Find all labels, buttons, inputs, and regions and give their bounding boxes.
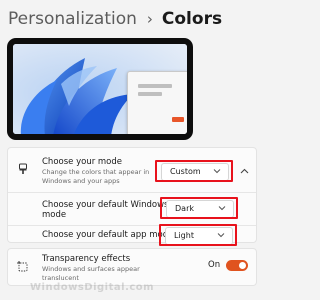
app-mode-highlight-box bbox=[159, 224, 237, 246]
mode-label: Choose your mode bbox=[42, 157, 123, 167]
breadcrumb: Personalization › Colors bbox=[8, 6, 222, 32]
app-mode-label: Choose your default app mode bbox=[42, 230, 174, 240]
transparency-state-label: On bbox=[208, 260, 221, 270]
transparency-toggle[interactable] bbox=[226, 260, 248, 271]
transparency-description-line1: Windows and surfaces appear bbox=[42, 265, 140, 273]
breadcrumb-separator: › bbox=[146, 10, 153, 28]
mode-description-line1: Change the colors that appear in bbox=[42, 168, 150, 176]
preview-window-line bbox=[138, 84, 172, 88]
brush-icon bbox=[19, 163, 27, 174]
windows-mode-label-line2: mode bbox=[42, 210, 67, 220]
transparency-card: Transparency effects Windows and surface… bbox=[7, 248, 257, 286]
mode-description-line2: Windows and your apps bbox=[42, 177, 120, 185]
preview-window-line bbox=[138, 92, 162, 96]
mode-highlight-box bbox=[155, 160, 233, 182]
windows-mode-highlight-box bbox=[160, 197, 238, 219]
watermark: WindowsDigital.com bbox=[30, 282, 155, 293]
breadcrumb-parent[interactable]: Personalization bbox=[8, 9, 137, 29]
theme-preview bbox=[7, 38, 193, 140]
preview-window bbox=[127, 71, 187, 134]
toggle-knob bbox=[239, 262, 246, 269]
preview-window-button bbox=[172, 117, 184, 122]
wallpaper-preview bbox=[13, 44, 187, 134]
page-title: Colors bbox=[161, 9, 223, 29]
chevron-up-icon[interactable] bbox=[240, 168, 249, 174]
transparency-icon bbox=[17, 261, 28, 272]
transparency-label: Transparency effects bbox=[42, 254, 131, 264]
divider bbox=[8, 192, 256, 193]
